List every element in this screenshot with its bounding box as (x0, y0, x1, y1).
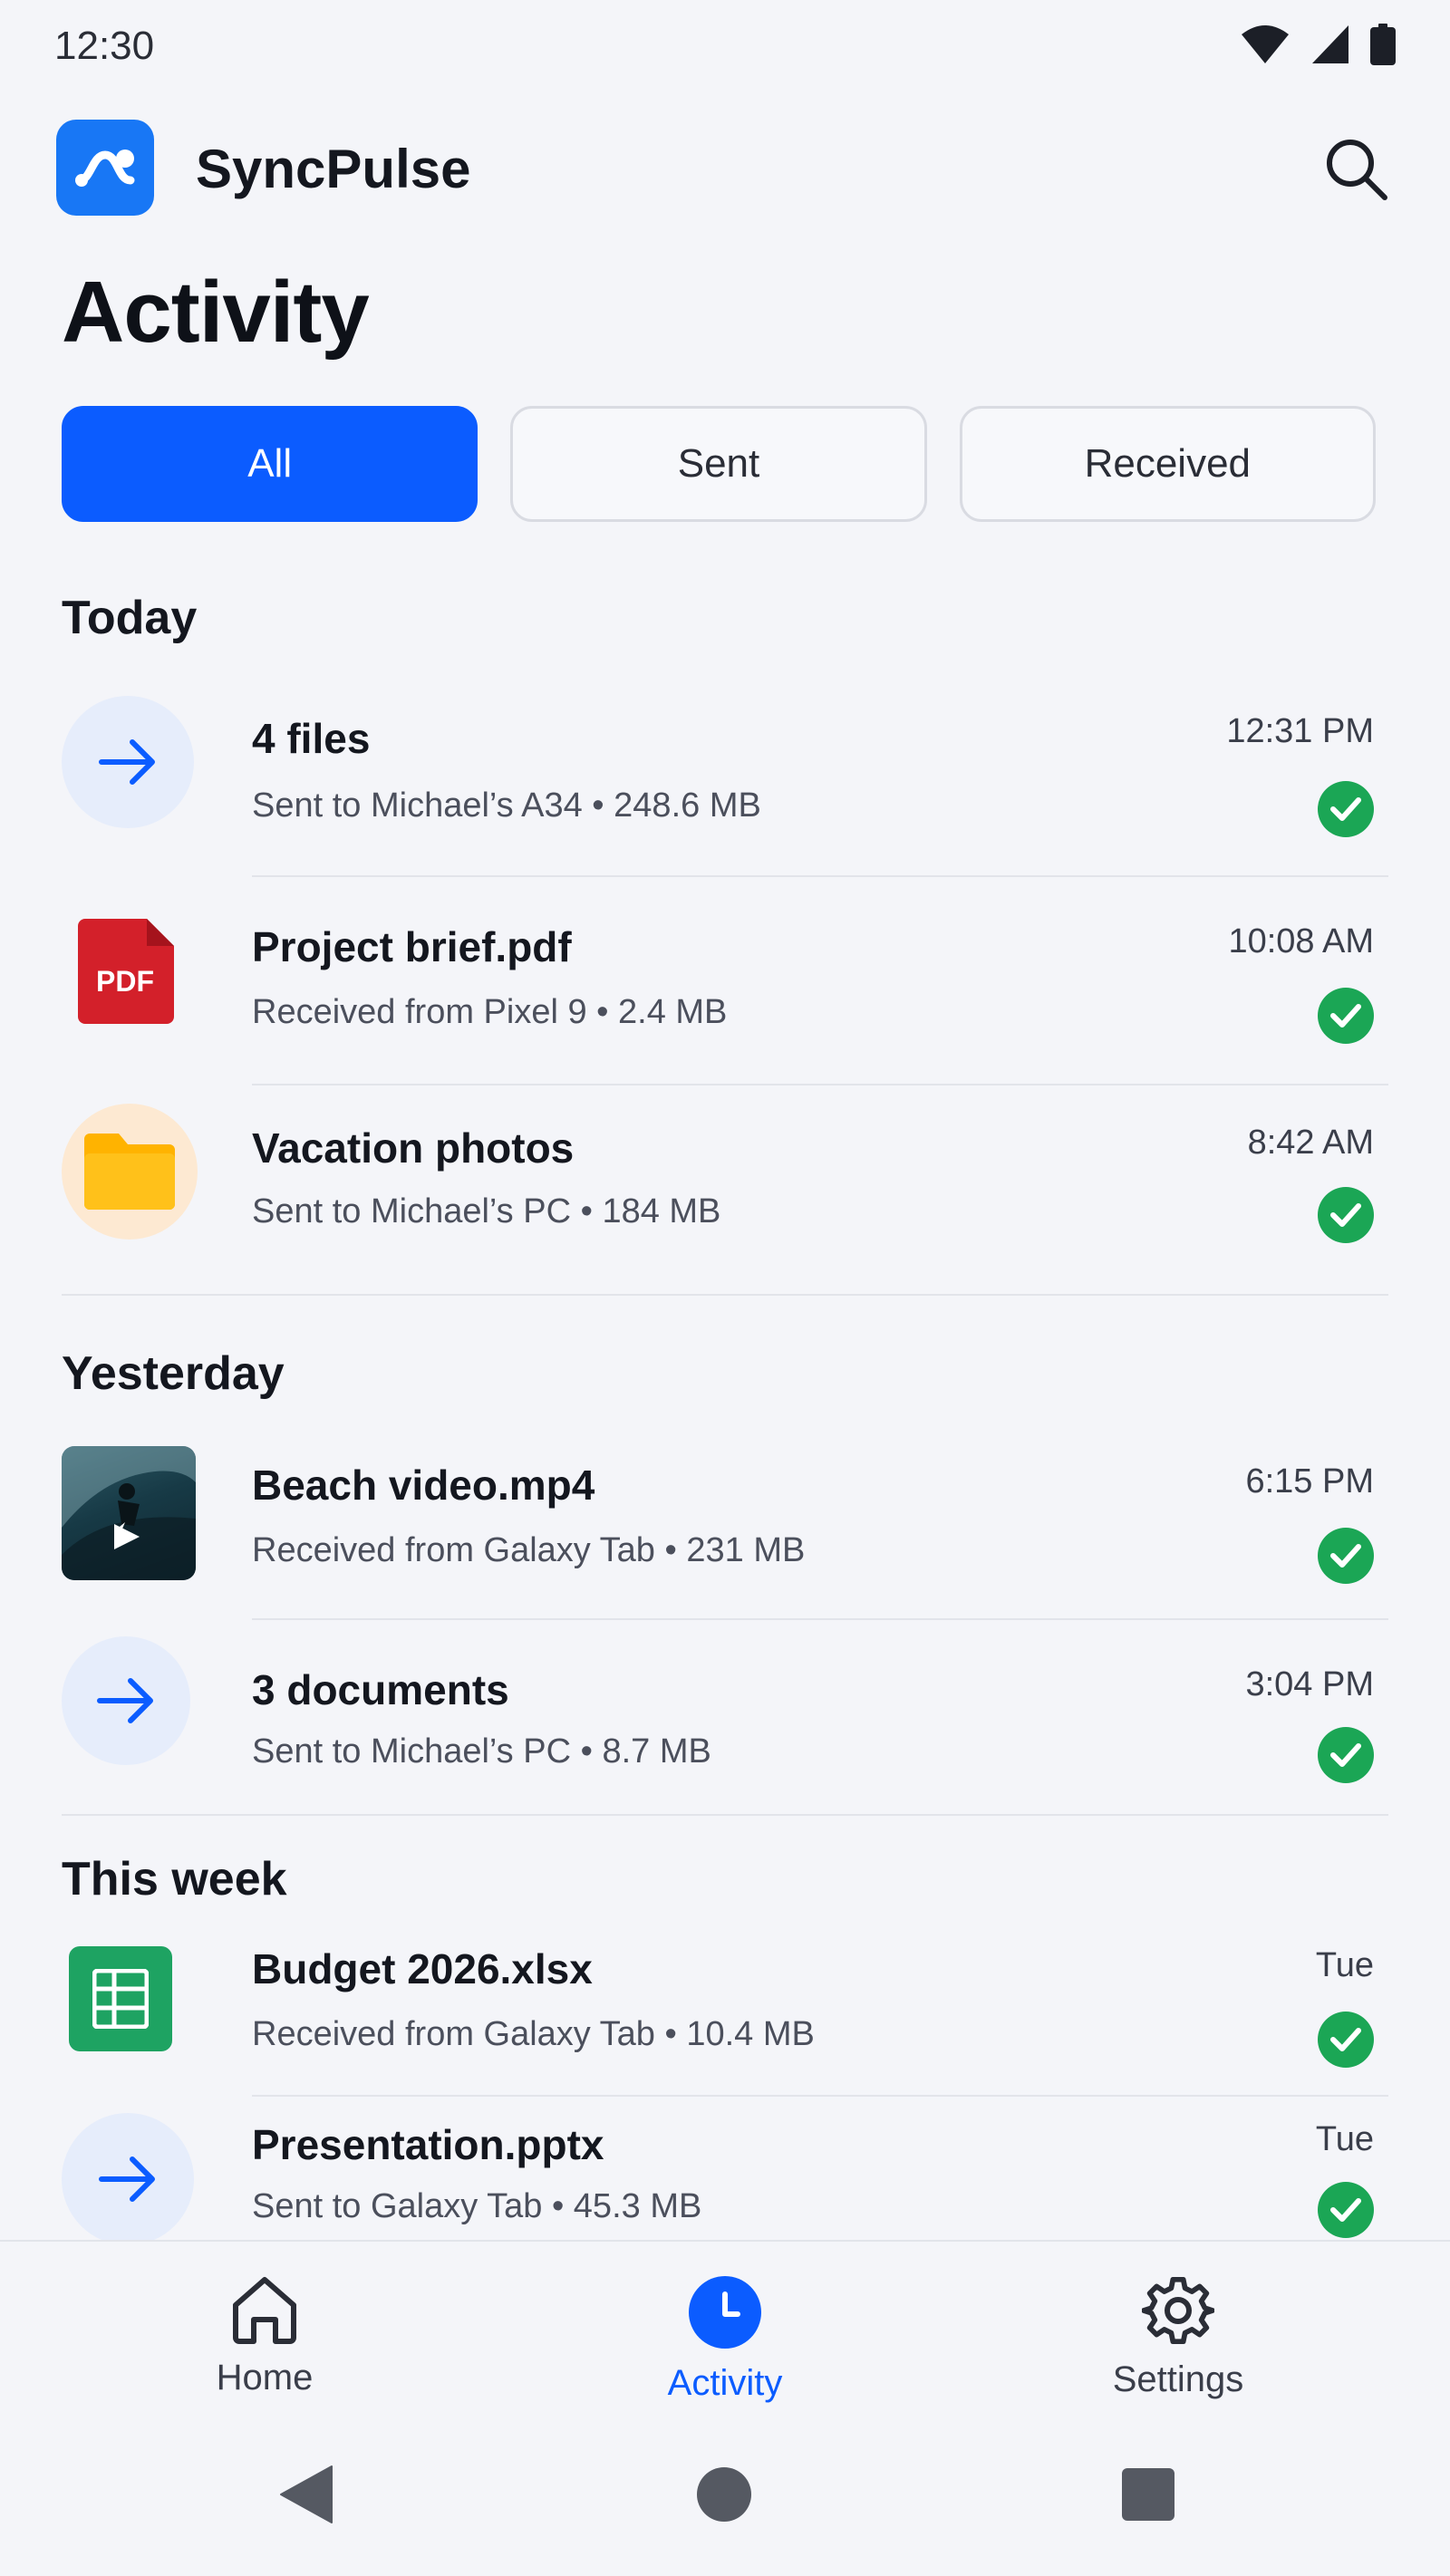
item-name: 3 documents (252, 1666, 509, 1713)
section-header-this-week: This week (62, 1853, 287, 1905)
item-meta: Received from Pixel 9 • 2.4 MB (252, 993, 728, 1031)
item-name: Project brief.pdf (252, 923, 572, 970)
search-button[interactable] (1318, 130, 1394, 207)
item-meta: Sent to Galaxy Tab • 45.3 MB (252, 2187, 702, 2225)
app-title: SyncPulse (196, 139, 471, 199)
check-circle-icon (1318, 1727, 1374, 1783)
activity-item[interactable]: 3 documents Sent to Michael’s PC • 8.7 M… (62, 1636, 1388, 1783)
tab-sent[interactable]: Sent (510, 406, 927, 522)
send-arrow-icon (62, 1636, 190, 1765)
item-time: 8:42 AM (1247, 1124, 1374, 1162)
item-meta: Sent to Michael’s PC • 184 MB (252, 1192, 721, 1230)
check-circle-icon (1318, 781, 1374, 837)
spreadsheet-icon (69, 1946, 172, 2051)
status-time: 12:30 (54, 24, 155, 68)
search-icon (1327, 140, 1387, 200)
divider (252, 875, 1388, 877)
nav-label-activity: Activity (667, 2363, 783, 2403)
nav-home[interactable]: Home (129, 2274, 401, 2398)
activity-item[interactable]: Presentation.pptx Sent to Galaxy Tab • 4… (62, 2108, 1388, 2240)
pdf-label: PDF (96, 965, 154, 998)
cellular-signal-icon (1312, 25, 1348, 63)
bottom-nav: Home Activity Settings (0, 2240, 1450, 2417)
section-divider (62, 1294, 1388, 1296)
item-time: Tue (1315, 2120, 1374, 2158)
home-icon (233, 2277, 296, 2344)
clock-icon (689, 2276, 761, 2349)
item-meta: Received from Galaxy Tab • 10.4 MB (252, 2015, 815, 2053)
section-header-today: Today (62, 592, 198, 644)
back-icon[interactable] (279, 2465, 334, 2524)
check-circle-icon (1318, 1528, 1374, 1584)
activity-item[interactable]: Budget 2026.xlsx Received from Galaxy Ta… (62, 1941, 1388, 2086)
activity-screen: 12:30 SyncPulse Activity All Sent Receiv… (0, 0, 1450, 2576)
app-logo-icon (56, 120, 154, 216)
status-bar: 12:30 (0, 0, 1450, 94)
section-header-yesterday: Yesterday (62, 1347, 285, 1400)
send-arrow-icon (62, 2113, 194, 2240)
section-divider (62, 1814, 1388, 1816)
activity-item[interactable]: 4 files Sent to Michael’s A34 • 248.6 MB… (62, 689, 1388, 852)
item-time: 6:15 PM (1245, 1462, 1374, 1500)
item-name: 4 files (252, 715, 371, 762)
status-icons (1240, 24, 1396, 65)
item-name: Beach video.mp4 (252, 1462, 595, 1509)
video-thumbnail-icon (62, 1446, 196, 1580)
item-time: 10:08 AM (1228, 922, 1374, 960)
battery-icon (1370, 24, 1396, 65)
check-circle-icon (1318, 988, 1374, 1044)
app-bar: SyncPulse (56, 118, 1394, 217)
nav-settings[interactable]: Settings (1042, 2274, 1314, 2400)
pdf-file-icon: PDF (78, 919, 176, 1024)
tab-all[interactable]: All (62, 406, 478, 522)
item-time: 12:31 PM (1226, 712, 1374, 750)
tab-received[interactable]: Received (959, 406, 1376, 522)
item-name: Vacation photos (252, 1124, 575, 1172)
item-time: Tue (1315, 1946, 1374, 1984)
system-nav-bar (0, 2428, 1450, 2576)
item-meta: Sent to Michael’s PC • 8.7 MB (252, 1732, 711, 1770)
nav-label-home: Home (216, 2358, 314, 2398)
send-arrow-icon (62, 696, 194, 828)
divider (252, 2095, 1388, 2097)
activity-item[interactable]: Beach video.mp4 Received from Galaxy Tab… (62, 1446, 1388, 1591)
divider (252, 1618, 1388, 1620)
item-name: Presentation.pptx (252, 2121, 604, 2168)
wifi-icon (1242, 25, 1289, 63)
check-circle-icon (1318, 2182, 1374, 2238)
item-meta: Sent to Michael’s A34 • 248.6 MB (252, 786, 761, 825)
page-title: Activity (62, 264, 370, 361)
nav-label-settings: Settings (1112, 2359, 1244, 2399)
check-circle-icon (1318, 2012, 1374, 2068)
item-meta: Received from Galaxy Tab • 231 MB (252, 1531, 806, 1569)
item-time: 3:04 PM (1245, 1665, 1374, 1703)
gear-icon (1142, 2276, 1214, 2345)
recents-icon[interactable] (1122, 2468, 1174, 2521)
item-name: Budget 2026.xlsx (252, 1945, 593, 1992)
nav-activity[interactable]: Activity (589, 2274, 861, 2404)
filter-tabs: All Sent Received (62, 406, 1376, 522)
activity-item[interactable]: Vacation photos Sent to Michael’s PC • 1… (62, 1104, 1388, 1267)
activity-item[interactable]: PDF Project brief.pdf Received from Pixe… (62, 906, 1388, 1069)
home-circle-icon[interactable] (696, 2466, 752, 2523)
folder-icon (62, 1104, 198, 1240)
check-circle-icon (1318, 1187, 1374, 1243)
divider (252, 1084, 1388, 1085)
